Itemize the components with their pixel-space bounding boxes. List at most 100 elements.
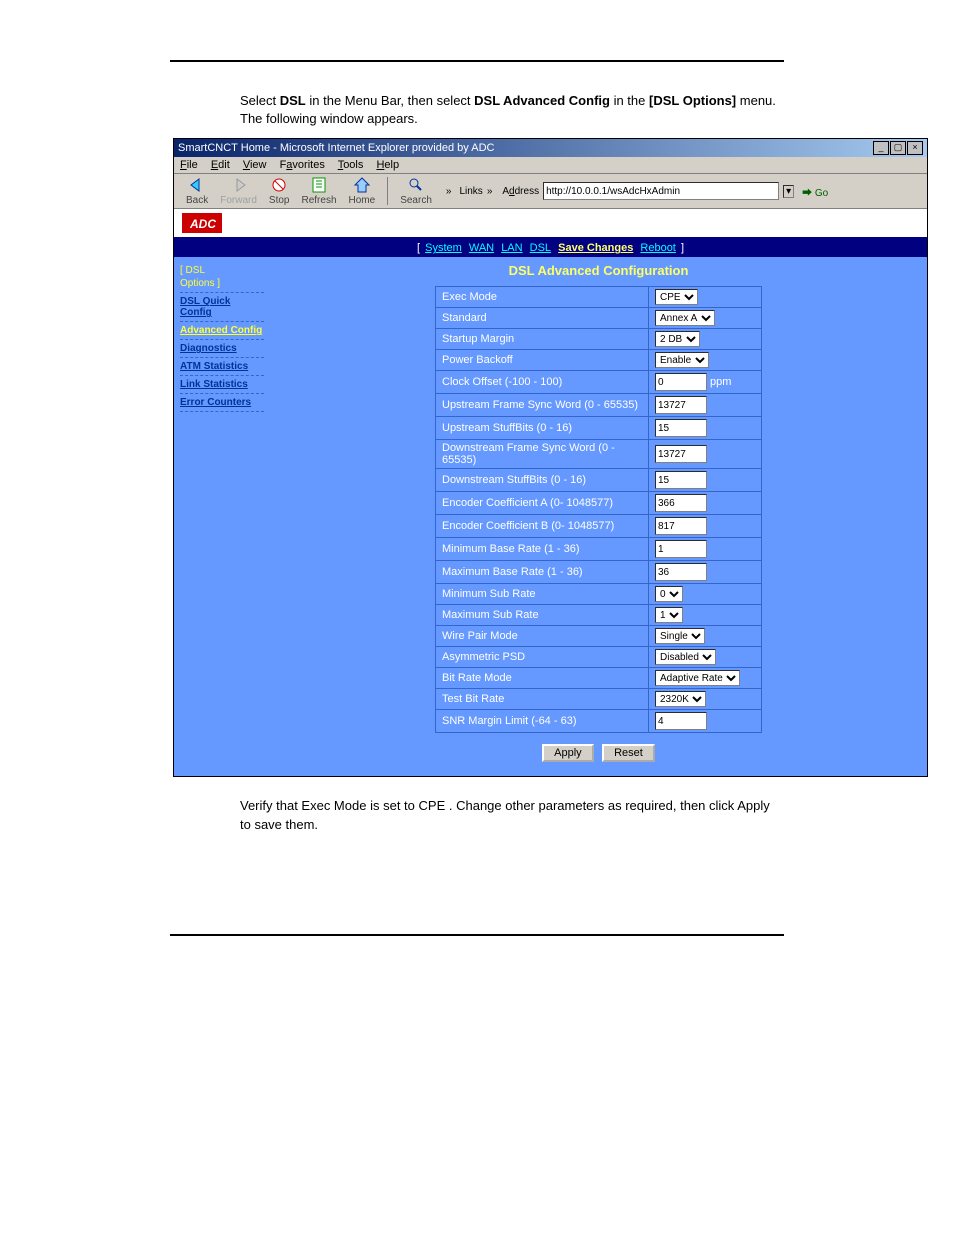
config-label: Clock Offset (-100 - 100) [436,371,649,394]
toolbar-sep [387,177,388,205]
config-input[interactable] [655,540,707,558]
config-select[interactable]: 0 [655,586,683,602]
menu-view[interactable]: View [243,159,267,171]
nav-system[interactable]: System [425,242,462,254]
config-select[interactable]: Annex A [655,310,715,326]
back-icon [187,176,207,194]
browser-toolbar: Back Forward Stop Refresh Home Search [174,174,927,209]
intro-t3: in the [614,93,649,108]
config-row: Bit Rate Mode Adaptive Rate [436,668,762,689]
config-input[interactable] [655,517,707,535]
config-row: Minimum Sub Rate 0 [436,584,762,605]
config-value-cell [649,538,762,561]
config-label: Standard [436,308,649,329]
reset-button[interactable]: Reset [602,744,655,762]
config-unit: ppm [710,376,731,388]
minimize-icon[interactable]: _ [873,141,889,155]
intro-t1: Select [240,93,280,108]
config-label: Bit Rate Mode [436,668,649,689]
config-table: Exec ModeCPEStandard Annex A Startup Margi… [435,286,762,733]
links-label[interactable]: Links [459,186,482,197]
nav-dsl[interactable]: DSL [530,242,551,254]
config-label: Minimum Sub Rate [436,584,649,605]
config-row: Startup Margin2 DB [436,329,762,350]
bottom-rule [170,934,784,936]
address-dropdown-icon[interactable]: ▾ [783,185,794,198]
config-input[interactable] [655,445,707,463]
search-button[interactable]: Search [400,176,432,206]
sidebar-item-atm-stats[interactable]: ATM Statistics [180,361,264,372]
config-value-cell [649,710,762,733]
adc-logo: ADC [182,213,222,233]
config-input[interactable] [655,494,707,512]
apply-button[interactable]: Apply [542,744,594,762]
config-row: Power Backoff Enable [436,350,762,371]
config-value-cell: 2320K [649,689,762,710]
address-input[interactable] [543,182,779,200]
forward-button: Forward [220,176,257,206]
menu-file[interactable]: FFileile [180,159,198,171]
sidebar-item-quick-config[interactable]: DSL Quick Config [180,296,264,318]
sidebar-item-advanced-config[interactable]: Advanced Config [180,325,264,336]
window-titlebar: SmartCNCT Home - Microsoft Internet Expl… [174,139,927,157]
config-row: Wire Pair Mode Single [436,626,762,647]
nav-reboot[interactable]: Reboot [640,242,675,254]
sidebar-hdr1: [ DSL [180,265,264,276]
intro-dsl-opt: [DSL Options] [649,93,736,108]
config-input[interactable] [655,712,707,730]
main-panel: DSL Advanced Configuration Exec ModeCPES… [270,257,927,776]
config-label: Maximum Sub Rate [436,605,649,626]
config-select[interactable]: 2 DB [655,331,700,347]
refresh-icon [309,176,329,194]
close-icon[interactable]: × [907,141,923,155]
address-label: Address [502,186,539,197]
config-value-cell: 0 [649,584,762,605]
config-input[interactable] [655,563,707,581]
config-input[interactable] [655,419,707,437]
config-label: Wire Pair Mode [436,626,649,647]
config-row: Encoder Coefficient B (0- 1048577) [436,515,762,538]
config-select[interactable]: Adaptive Rate [655,670,740,686]
search-icon [406,176,426,194]
maximize-icon[interactable]: ▢ [890,141,906,155]
config-input[interactable] [655,396,707,414]
sidebar-item-diagnostics[interactable]: Diagnostics [180,343,264,354]
window-title: SmartCNCT Home - Microsoft Internet Expl… [178,142,494,154]
menu-edit[interactable]: Edit [211,159,230,171]
closing-execmode: Exec Mode [301,798,366,813]
config-row: Exec ModeCPE [436,287,762,308]
config-row: Upstream Frame Sync Word (0 - 65535) [436,394,762,417]
config-value-cell: 1 [649,605,762,626]
menu-help[interactable]: Help [376,159,399,171]
config-input[interactable] [655,471,707,489]
nav-lan[interactable]: LAN [501,242,522,254]
config-select[interactable]: Single [655,628,705,644]
nav-wan[interactable]: WAN [469,242,494,254]
back-button[interactable]: Back [186,176,208,206]
config-row: Asymmetric PSDDisabled [436,647,762,668]
config-row: Encoder Coefficient A (0- 1048577) [436,492,762,515]
config-value-cell [649,469,762,492]
config-input[interactable] [655,373,707,391]
sidebar-item-link-stats[interactable]: Link Statistics [180,379,264,390]
config-value-cell: CPE [649,287,762,308]
config-select[interactable]: Enable [655,352,709,368]
config-select[interactable]: Disabled [655,649,716,665]
config-value-cell [649,394,762,417]
config-select[interactable]: 2320K [655,691,706,707]
config-value-cell: Adaptive Rate [649,668,762,689]
stop-button[interactable]: Stop [269,176,290,206]
sidebar: [ DSL Options ] DSL Quick Config Advance… [174,257,270,423]
home-button[interactable]: Home [349,176,376,206]
config-label: Upstream StuffBits (0 - 16) [436,417,649,440]
config-select[interactable]: CPE [655,289,698,305]
sidebar-item-error-counters[interactable]: Error Counters [180,397,264,408]
go-button[interactable]: ⮕ Go [802,184,828,199]
refresh-button[interactable]: Refresh [302,176,337,206]
config-select[interactable]: 1 [655,607,683,623]
config-row: Maximum Sub Rate 1 [436,605,762,626]
menu-fav[interactable]: Favorites [280,159,325,171]
menu-tools[interactable]: Tools [338,159,364,171]
nav-save-changes[interactable]: Save Changes [558,242,633,254]
config-label: Power Backoff [436,350,649,371]
